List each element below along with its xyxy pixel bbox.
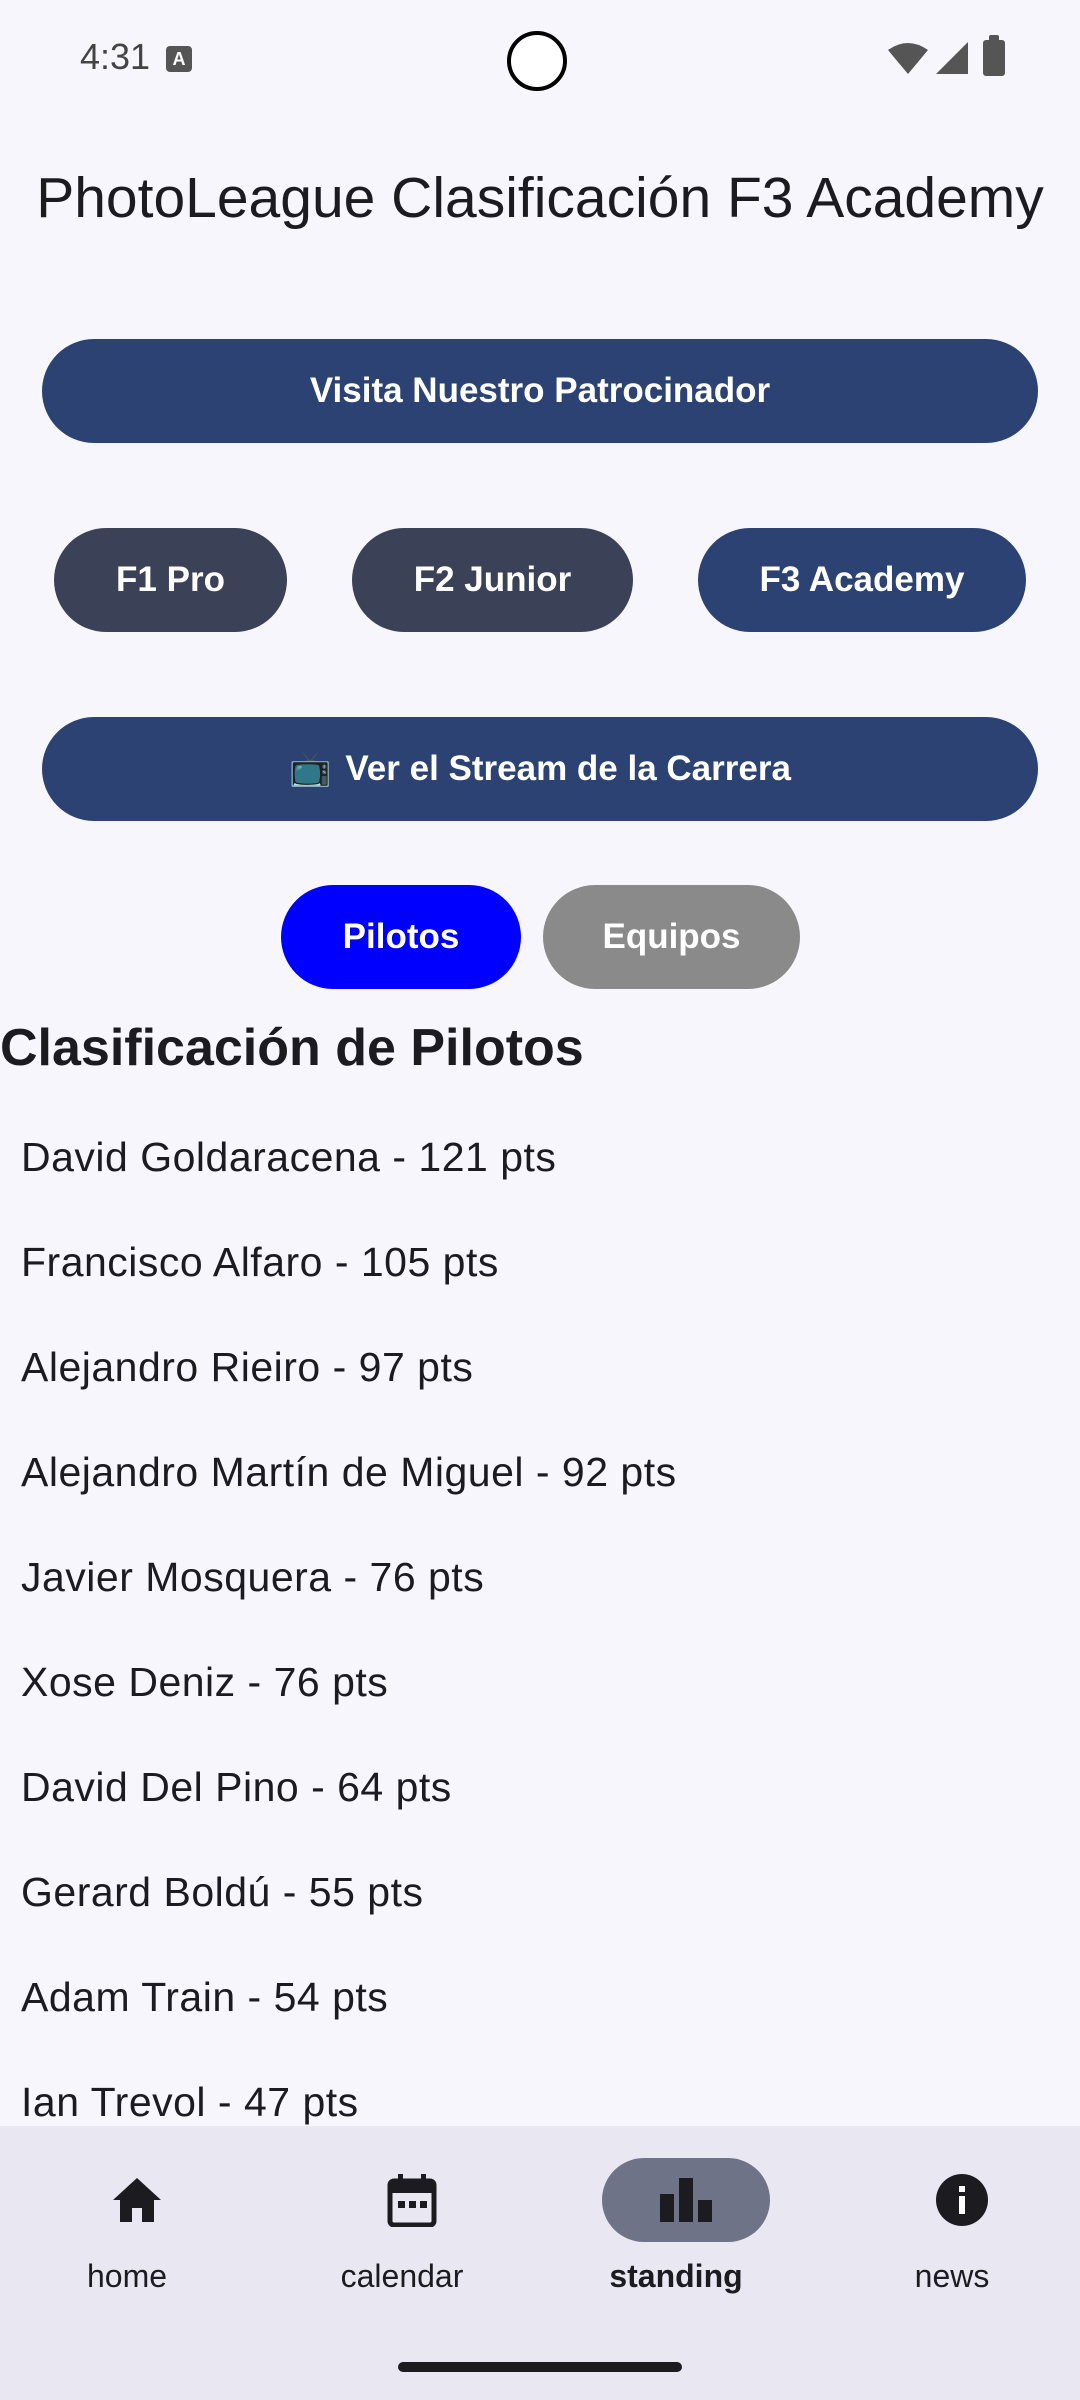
television-icon: 📺: [289, 750, 332, 788]
bar-chart-icon: [660, 2178, 712, 2222]
nav-home-label: home: [86, 2258, 168, 2294]
list-item: Alejandro Rieiro - 97 pts: [21, 1344, 474, 1390]
nav-standing-pill: [602, 2158, 770, 2242]
list-item: Javier Mosquera - 76 pts: [21, 1554, 485, 1600]
nav-news-label: news: [914, 2258, 990, 2294]
list-item: David Goldaracena - 121 pts: [21, 1134, 557, 1180]
teams-toggle-button[interactable]: Equipos: [543, 885, 800, 989]
list-item: Ian Trevol - 47 pts: [21, 2079, 359, 2125]
nav-item-news[interactable]: news: [852, 2158, 1052, 2298]
nav-news-pill: [878, 2158, 1046, 2242]
list-item: David Del Pino - 64 pts: [21, 1764, 452, 1810]
nav-calendar-pill: [328, 2158, 496, 2242]
list-item: Gerard Boldú - 55 pts: [21, 1869, 424, 1915]
battery-icon: [983, 35, 1005, 76]
bottom-navigation: home calendar standing news: [0, 2126, 1080, 2400]
nav-item-standing[interactable]: standing: [576, 2158, 776, 2298]
gesture-navigation-handle[interactable]: [398, 2362, 682, 2372]
calendar-icon: [387, 2174, 437, 2227]
info-icon: [936, 2174, 988, 2226]
list-item: Adam Train - 54 pts: [21, 1974, 389, 2020]
drivers-toggle-button[interactable]: Pilotos: [281, 885, 521, 989]
watch-stream-label: Ver el Stream de la Carrera: [345, 749, 791, 788]
category-f1-pro-button[interactable]: F1 Pro: [54, 528, 287, 632]
home-icon: [113, 2178, 161, 2222]
nav-item-home[interactable]: home: [27, 2158, 227, 2298]
list-item: Alejandro Martín de Miguel - 92 pts: [21, 1449, 677, 1495]
front-camera-cutout: [507, 31, 567, 91]
list-item: Francisco Alfaro - 105 pts: [21, 1239, 499, 1285]
accessibility-notification-icon: A: [166, 46, 192, 72]
nav-home-pill: [53, 2158, 221, 2242]
watch-stream-button[interactable]: 📺 Ver el Stream de la Carrera: [42, 717, 1038, 821]
nav-item-calendar[interactable]: calendar: [302, 2158, 502, 2298]
cell-signal-icon: [936, 42, 968, 74]
nav-calendar-label: calendar: [340, 2258, 464, 2294]
section-title: Clasificación de Pilotos: [0, 1019, 584, 1077]
category-f2-junior-button[interactable]: F2 Junior: [352, 528, 633, 632]
wifi-icon: [888, 43, 928, 74]
status-time: 4:31: [80, 36, 151, 77]
list-item: Xose Deniz - 76 pts: [21, 1659, 389, 1705]
nav-standing-label: standing: [609, 2258, 743, 2294]
category-f3-academy-button[interactable]: F3 Academy: [698, 528, 1026, 632]
page-title: PhotoLeague Clasificación F3 Academy: [36, 166, 1044, 230]
status-bar: 4:31 A: [0, 0, 1080, 120]
standings-list[interactable]: David Goldaracena - 121 pts Francisco Al…: [21, 1105, 1061, 2125]
sponsor-button[interactable]: Visita Nuestro Patrocinador: [42, 339, 1038, 443]
